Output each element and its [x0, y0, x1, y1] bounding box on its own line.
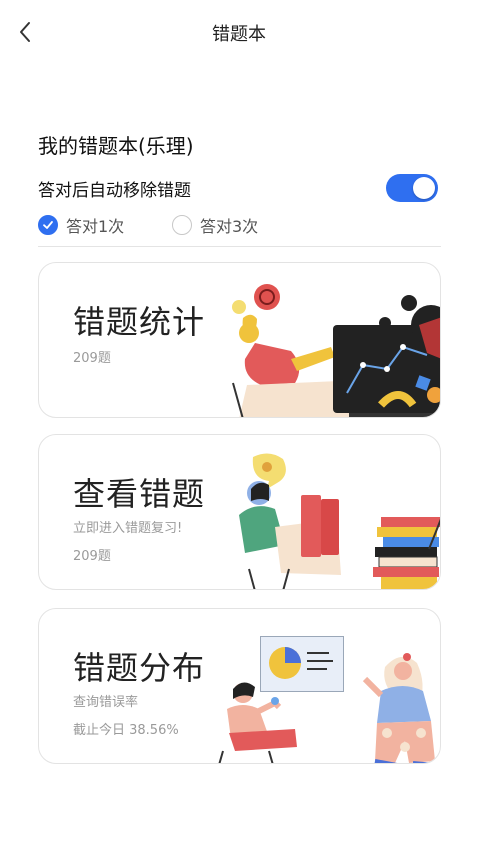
- check-icon: [43, 221, 53, 229]
- card-title: 错题分布: [73, 649, 206, 687]
- auto-remove-switch[interactable]: [386, 174, 438, 202]
- radio-checked: [38, 215, 58, 235]
- card-count: 209题: [73, 549, 111, 564]
- card-title: 错题统计: [73, 303, 206, 341]
- option-correct-three[interactable]: 答对3次: [172, 212, 258, 238]
- page-title: 错题本: [212, 24, 266, 45]
- card-count: 209题: [73, 351, 111, 366]
- card-error-distribution[interactable]: 错题分布 查询错误率 截止今日 38.56%: [38, 608, 441, 764]
- nav-bar: 错题本: [0, 0, 478, 64]
- radio-unchecked: [172, 215, 192, 235]
- auto-remove-label: 答对后自动移除错题: [38, 181, 191, 201]
- remove-condition-options: 答对1次 答对3次: [38, 212, 438, 238]
- card-desc: 查询错误率: [73, 695, 139, 710]
- switch-knob: [413, 177, 435, 199]
- option-label: 答对1次: [66, 217, 125, 236]
- book-title: 我的错题本(乐理): [38, 134, 194, 158]
- option-label: 答对3次: [200, 217, 259, 236]
- divider: [38, 246, 441, 247]
- stats-illustration: [232, 284, 440, 417]
- card-review-errors[interactable]: 查看错题 立即进入错题复习! 209题: [38, 434, 441, 590]
- auto-remove-row: 答对后自动移除错题: [38, 174, 438, 202]
- card-error-stats[interactable]: 错题统计 209题: [38, 262, 441, 418]
- review-illustration: [239, 453, 440, 589]
- card-desc: 立即进入错题复习!: [73, 521, 183, 536]
- option-correct-once[interactable]: 答对1次: [38, 212, 124, 238]
- card-rate: 截止今日 38.56%: [73, 723, 179, 738]
- card-title: 查看错题: [73, 475, 206, 513]
- distribution-illustration: [218, 636, 436, 763]
